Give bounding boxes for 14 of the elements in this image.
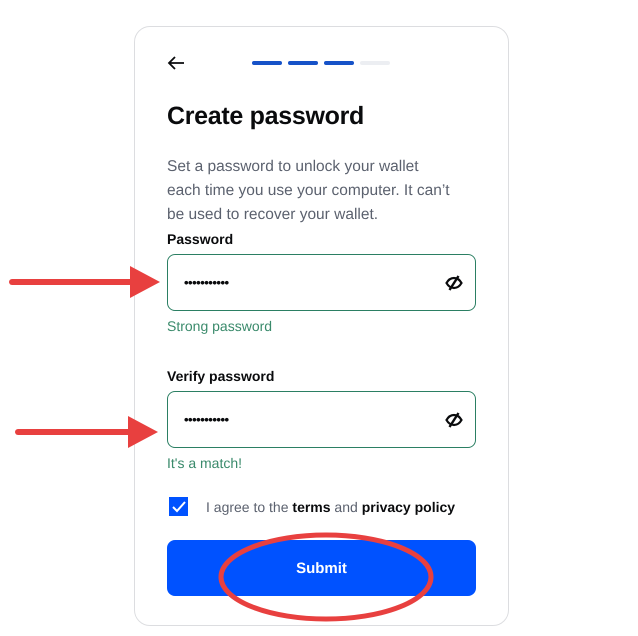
field-label: Password — [167, 230, 234, 249]
hidden-eye-icon[interactable] — [445, 412, 463, 428]
field-label: Verify password — [167, 367, 276, 386]
field-hint: It's a match! — [167, 454, 244, 473]
submit-button[interactable]: Submit — [167, 540, 476, 596]
agreement-text: I agree to the terms and privacy policy — [206, 498, 456, 514]
password-field[interactable]: ••••••••••• — [167, 391, 476, 448]
field-hint: Strong password — [167, 317, 274, 336]
description: Set a password to unlock your wallet each time you use your computer. It can’t be used to recover your wallet. — [167, 157, 451, 225]
password-field[interactable]: ••••••••••• — [167, 254, 476, 311]
hidden-eye-icon[interactable] — [445, 274, 463, 290]
agree-checkbox[interactable] — [169, 497, 188, 516]
page-title: Create password — [167, 101, 365, 132]
back-arrow-icon[interactable] — [167, 56, 185, 70]
